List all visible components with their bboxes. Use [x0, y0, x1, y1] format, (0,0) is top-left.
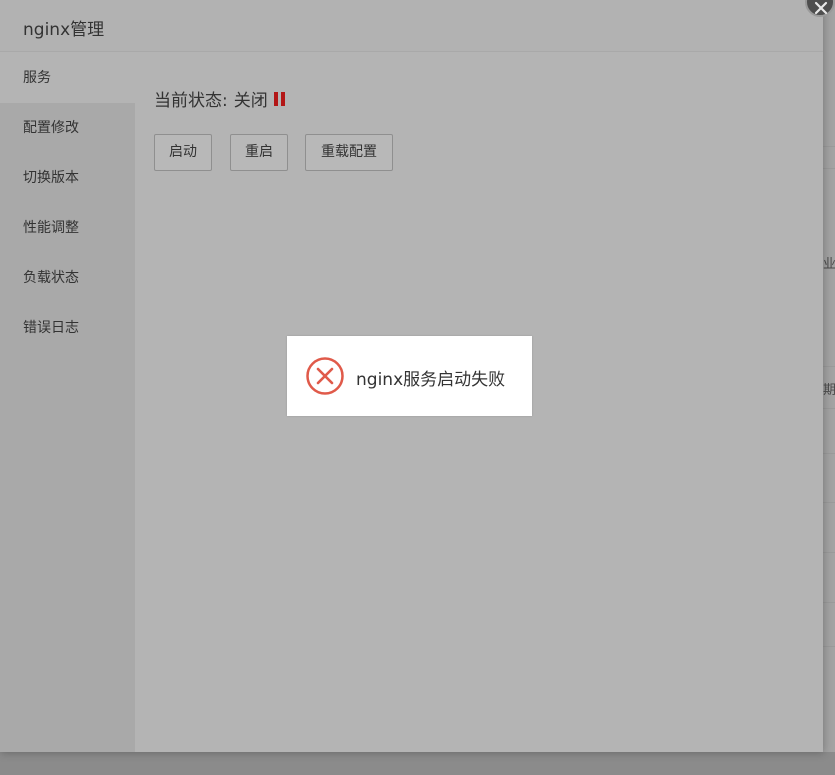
background-divider: [823, 502, 835, 503]
reload-config-button[interactable]: 重载配置: [305, 134, 393, 171]
start-button[interactable]: 启动: [154, 134, 212, 171]
error-circle-icon: [306, 357, 344, 395]
background-divider: [823, 146, 835, 147]
sidebar: 服务 配置修改 切换版本 性能调整 负载状态 错误日志: [0, 53, 135, 752]
sidebar-item-switch-version[interactable]: 切换版本: [0, 153, 135, 203]
background-divider: [823, 552, 835, 553]
sidebar-item-service[interactable]: 服务: [0, 53, 135, 103]
background-divider: [823, 168, 835, 169]
background-divider: [823, 646, 835, 647]
background-text: 期: [823, 383, 835, 398]
dialog-title: nginx管理: [23, 20, 105, 40]
status-value: 关闭: [233, 91, 268, 111]
background-divider: [823, 366, 835, 367]
sidebar-item-error-log[interactable]: 错误日志: [0, 303, 135, 353]
background-text: 业: [823, 257, 835, 272]
restart-button[interactable]: 重启: [230, 134, 288, 171]
error-toast: nginx服务启动失败: [287, 336, 532, 416]
sidebar-item-performance[interactable]: 性能调整: [0, 203, 135, 253]
status-label: 当前状态:: [154, 91, 228, 111]
sidebar-item-load-status[interactable]: 负载状态: [0, 253, 135, 303]
sidebar-item-config-edit[interactable]: 配置修改: [0, 103, 135, 153]
background-divider: [823, 602, 835, 603]
background-divider: [823, 408, 835, 409]
dialog-header: nginx管理: [0, 0, 823, 52]
close-icon: [814, 1, 828, 15]
background-divider: [823, 453, 835, 454]
toast-message: nginx服务启动失败: [356, 370, 506, 390]
background-footer: [0, 752, 835, 775]
service-status: 当前状态: 关闭: [154, 86, 285, 111]
pause-icon: [273, 91, 285, 106]
